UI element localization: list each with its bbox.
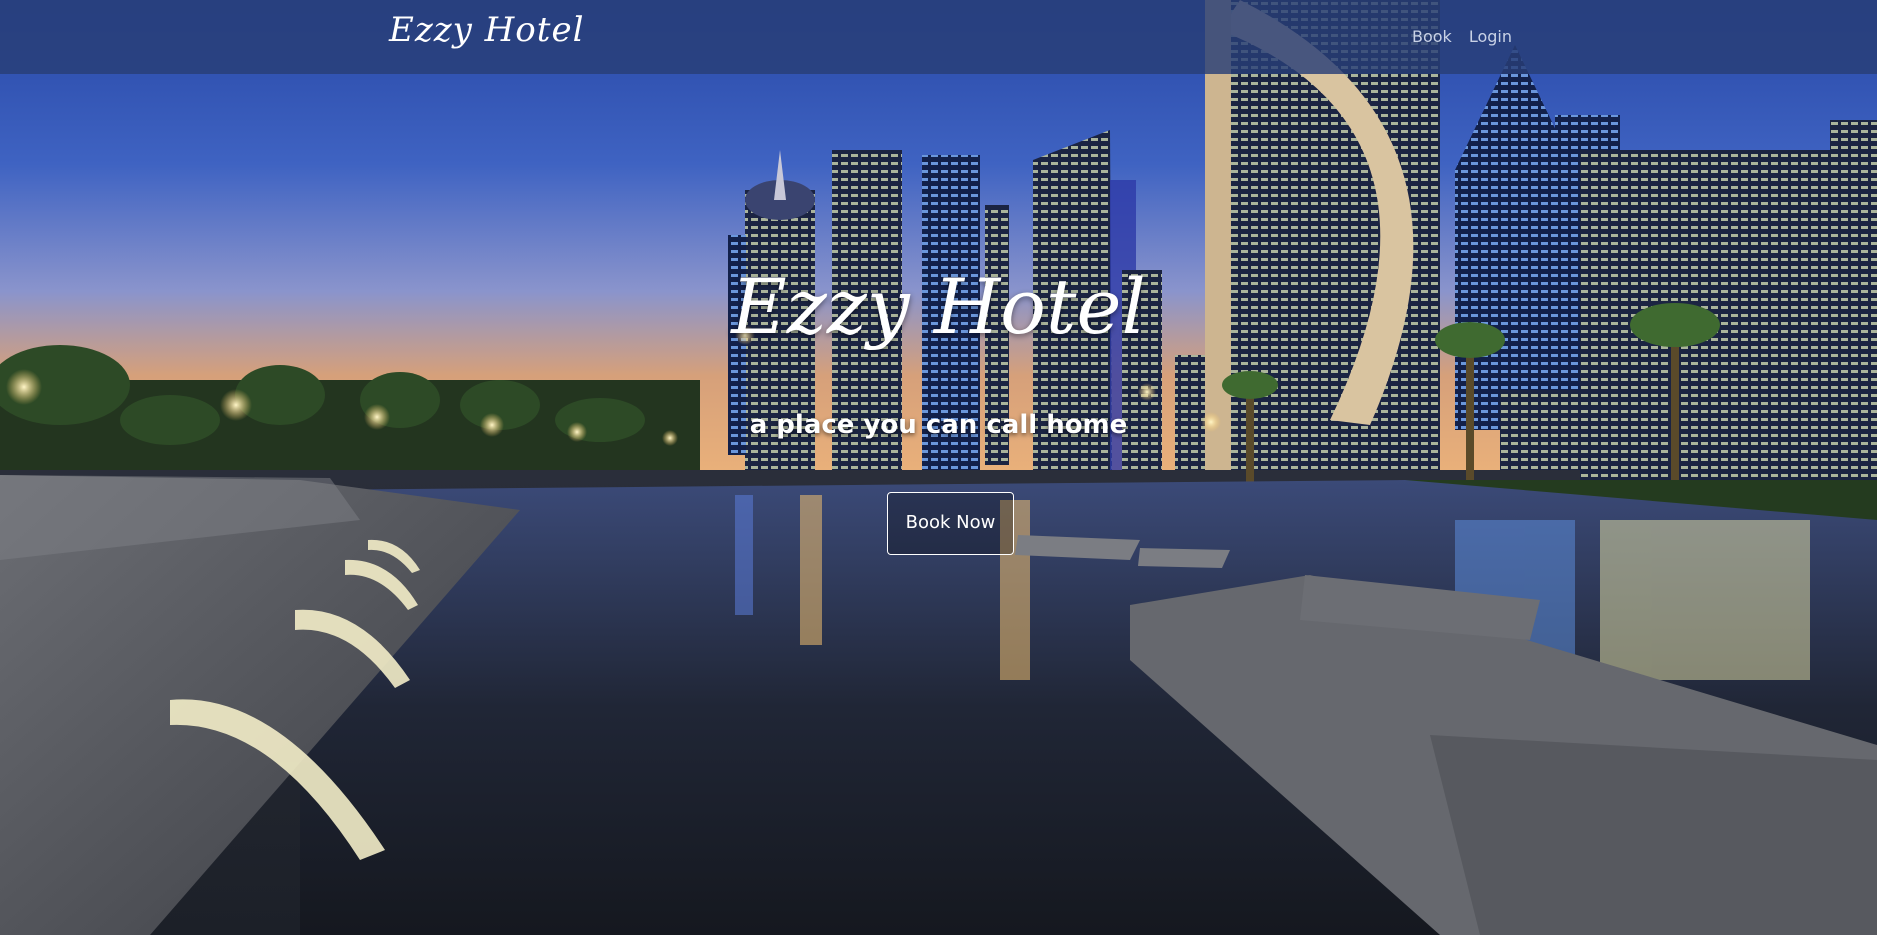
hero-subtitle: a place you can call home: [749, 410, 1128, 440]
book-now-button[interactable]: Book Now: [887, 492, 1014, 555]
hero-background-image: [0, 0, 1877, 935]
brand-logo-link[interactable]: Ezzy Hotel: [389, 10, 584, 50]
nav-link-login[interactable]: Login: [1469, 27, 1512, 46]
hero-title: Ezzy Hotel: [731, 262, 1146, 351]
nav-link-book[interactable]: Book: [1412, 27, 1452, 46]
nav-links: Book Login: [1412, 27, 1512, 46]
top-navbar: Ezzy Hotel Book Login: [0, 0, 1877, 74]
hero-section: Ezzy Hotel Book Login Ezzy Hotel a place…: [0, 0, 1877, 935]
